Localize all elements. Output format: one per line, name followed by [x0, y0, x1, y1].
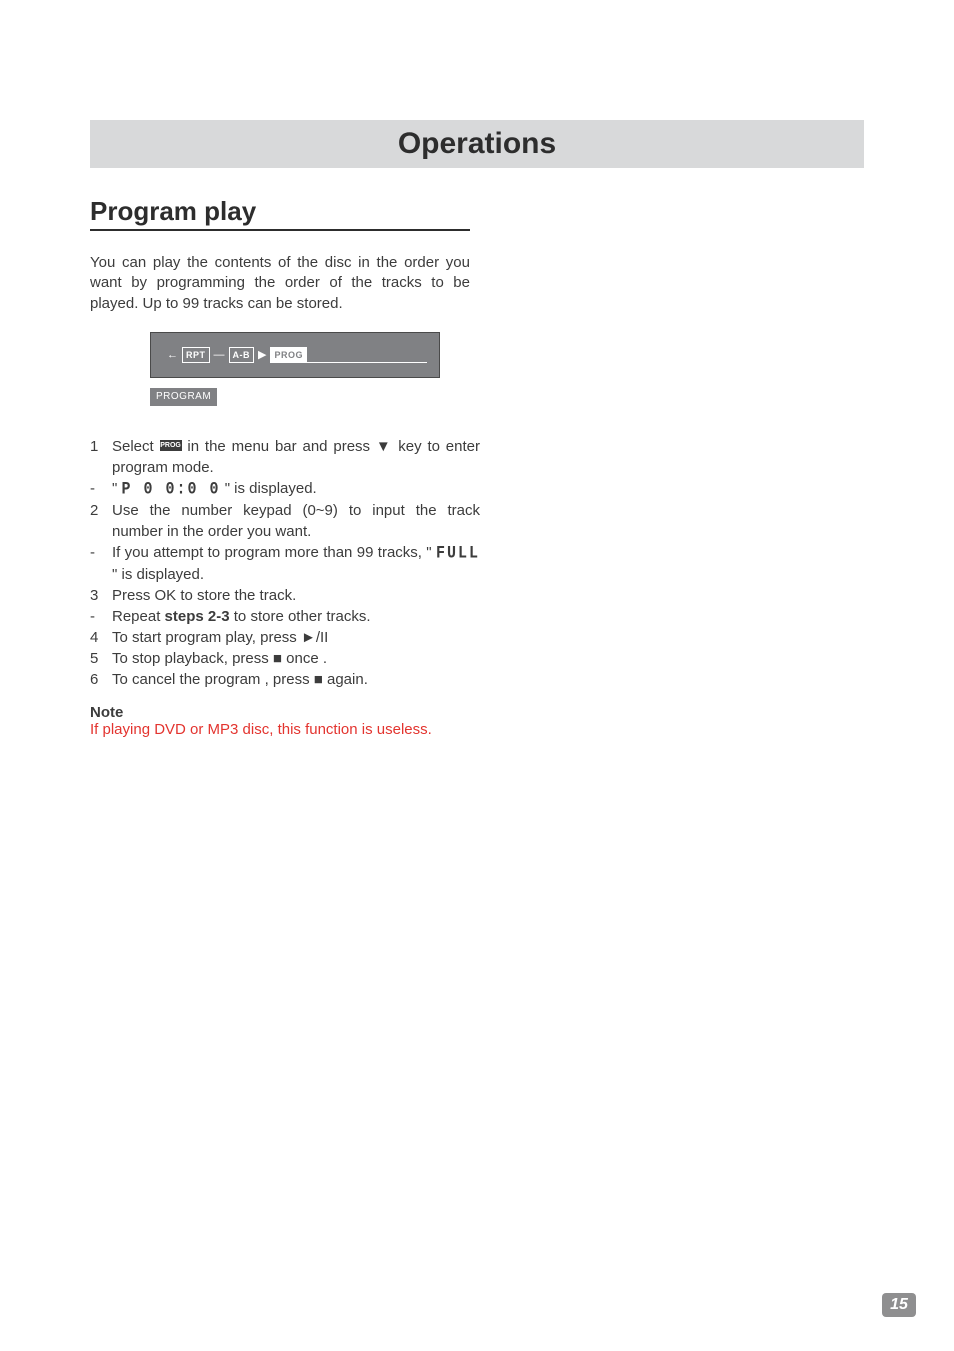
step-body: Press OK to store the track. [112, 585, 480, 606]
text: To start program play, press [112, 629, 301, 646]
segment-display-text: P 0 0:0 0 [122, 477, 221, 501]
page: Operations Program play You can play the… [0, 0, 954, 1351]
steps-list: 1 Select PROG in the menu bar and press … [90, 436, 480, 690]
prog-icon: PROG [160, 440, 182, 451]
text: " is displayed. [112, 566, 204, 583]
step-dash: - [90, 478, 112, 500]
text: again. [327, 671, 368, 688]
note-heading: Note [90, 704, 864, 721]
text: " [112, 480, 122, 497]
step-6: 6 To cancel the program , press ■ again. [90, 669, 480, 690]
page-number: 15 [882, 1293, 916, 1317]
section-heading: Program play [90, 196, 470, 231]
step-number: 4 [90, 627, 112, 648]
step-number: 6 [90, 669, 112, 690]
step-dash: - [90, 606, 112, 627]
step-body: Use the number keypad (0~9) to input the… [112, 500, 480, 542]
intro-paragraph: You can play the contents of the disc in… [90, 253, 470, 314]
chip-ab: A-B [229, 347, 255, 363]
chip-prog: PROG [270, 347, 307, 363]
bold-text: steps 2-3 [165, 608, 230, 625]
arrow-left-icon: ← [167, 349, 178, 361]
step-1: 1 Select PROG in the menu bar and press … [90, 436, 480, 478]
stop-icon: ■ [314, 671, 323, 688]
connector-icon: — [214, 349, 225, 361]
down-arrow-icon: ▼ [376, 438, 393, 455]
step-5: 5 To stop playback, press ■ once . [90, 648, 480, 669]
text: " is displayed. [225, 480, 317, 497]
text: To stop playback, press [112, 650, 273, 667]
segment-display-text: FULL [436, 541, 480, 565]
text: in the menu bar and press [187, 438, 370, 455]
text: Repeat [112, 608, 165, 625]
note-body: If playing DVD or MP3 disc, this functio… [90, 721, 480, 738]
play-pause-icon: ►/II [301, 629, 328, 646]
step-dash: - [90, 542, 112, 585]
step-body: If you attempt to program more than 99 t… [112, 542, 480, 585]
step-body: To cancel the program , press ■ again. [112, 669, 480, 690]
stop-icon: ■ [273, 650, 282, 667]
step-body: To stop playback, press ■ once . [112, 648, 480, 669]
step-3: 3 Press OK to store the track. [90, 585, 480, 606]
arrow-right-icon: ▶ [258, 348, 266, 361]
text: Select [112, 438, 160, 455]
step-number: 2 [90, 500, 112, 542]
menu-bar-diagram: ← RPT — A-B ▶ PROG [150, 332, 440, 378]
text: to store other tracks. [234, 608, 371, 625]
chip-rpt: RPT [182, 347, 210, 363]
diagram: ← RPT — A-B ▶ PROG PROGRAM [150, 332, 864, 406]
text: To cancel the program , press [112, 671, 314, 688]
step-2: 2 Use the number keypad (0~9) to input t… [90, 500, 480, 542]
text: once . [286, 650, 327, 667]
step-body: Select PROG in the menu bar and press ▼ … [112, 436, 480, 478]
step-number: 1 [90, 436, 112, 478]
step-repeat: - Repeat steps 2-3 to store other tracks… [90, 606, 480, 627]
step-number: 3 [90, 585, 112, 606]
step-body: To start program play, press ►/II [112, 627, 480, 648]
step-full: - If you attempt to program more than 99… [90, 542, 480, 585]
title-bar: Operations [90, 120, 864, 168]
step-number: 5 [90, 648, 112, 669]
page-title: Operations [398, 127, 556, 161]
chip-program-label: PROGRAM [150, 388, 217, 406]
diagram-underline [301, 362, 427, 363]
step-4: 4 To start program play, press ►/II [90, 627, 480, 648]
step-body: " P 0 0:0 0 " is displayed. [112, 478, 480, 500]
step-body: Repeat steps 2-3 to store other tracks. [112, 606, 480, 627]
text: If you attempt to program more than 99 t… [112, 544, 436, 561]
step-display-p0000: - " P 0 0:0 0 " is displayed. [90, 478, 480, 500]
